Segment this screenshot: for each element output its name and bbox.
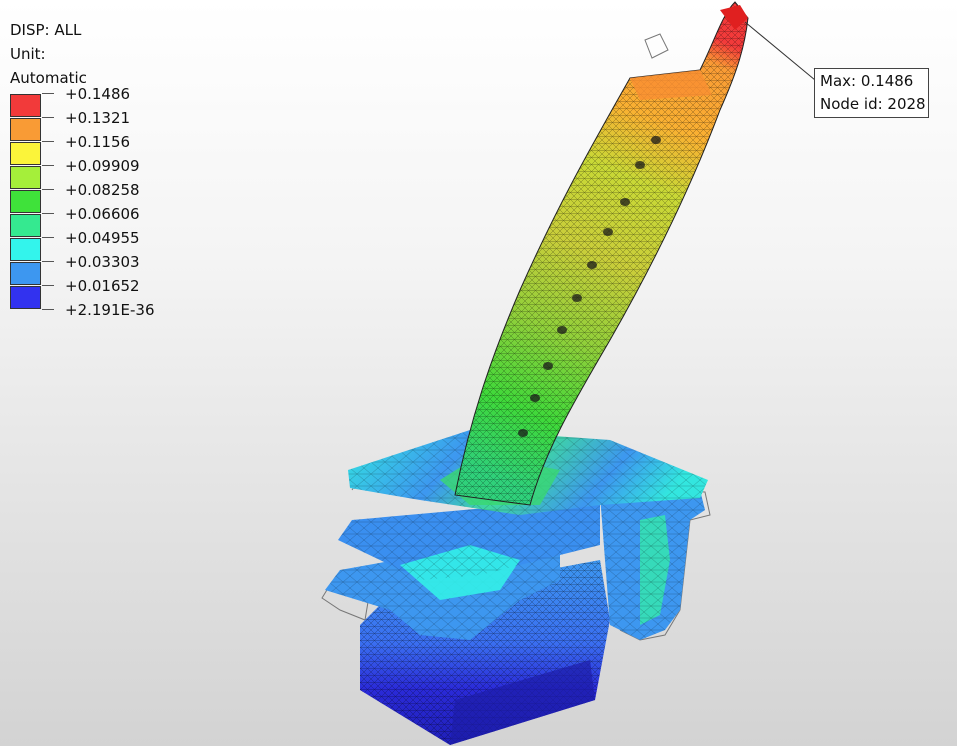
legend-color-swatch xyxy=(10,118,41,141)
color-legend: DISP: ALL Unit: Automatic +0.1486 +0.1321… xyxy=(10,18,155,319)
legend-value-label: +2.191E-36 xyxy=(65,301,155,319)
result-type-label: DISP: ALL xyxy=(10,21,82,39)
max-value-callout: Max: 0.1486 Node id: 2028 xyxy=(814,68,929,118)
blade-airfoil xyxy=(454,1,749,506)
legend-tick xyxy=(42,285,54,286)
legend-value-label: +0.09909 xyxy=(65,157,140,175)
legend-value-label: +0.06606 xyxy=(65,205,140,223)
max-value-text: Max: 0.1486 xyxy=(820,72,914,90)
legend-tick xyxy=(42,117,54,118)
legend-tick xyxy=(42,141,54,142)
legend-tick xyxy=(42,213,54,214)
legend-value-label: +0.01652 xyxy=(65,277,140,295)
legend-value-label: +0.1321 xyxy=(65,109,131,127)
legend-color-swatch xyxy=(10,214,41,237)
legend-tick xyxy=(42,165,54,166)
legend-value-label: +0.03303 xyxy=(65,253,140,271)
legend-color-swatch xyxy=(10,142,41,165)
legend-value-label: +0.08258 xyxy=(65,181,140,199)
legend-color-swatch xyxy=(10,262,41,285)
legend-tick xyxy=(42,261,54,262)
legend-value-label: +0.1486 xyxy=(65,85,131,103)
legend-value-label: +0.1156 xyxy=(65,133,131,151)
legend-color-swatch xyxy=(10,238,41,261)
legend-color-swatch xyxy=(10,166,41,189)
legend-color-swatch xyxy=(10,286,41,309)
unit-label: Unit: xyxy=(10,45,46,63)
legend-color-swatch xyxy=(10,94,41,117)
callout-leader-line xyxy=(744,21,816,81)
legend-value-label: +0.04955 xyxy=(65,229,140,247)
legend-tick xyxy=(42,189,54,190)
root-side-block xyxy=(600,490,705,640)
node-id-text: Node id: 2028 xyxy=(820,95,926,113)
legend-color-swatch xyxy=(10,190,41,213)
color-scale: +0.1486 +0.1321 +0.1156 +0.09909 +0.08258 +0.… xyxy=(10,85,155,319)
legend-tick xyxy=(42,237,54,238)
legend-tick xyxy=(42,93,54,94)
legend-tick xyxy=(42,309,54,310)
legend-scale-row: +2.191E-36 xyxy=(10,301,155,319)
